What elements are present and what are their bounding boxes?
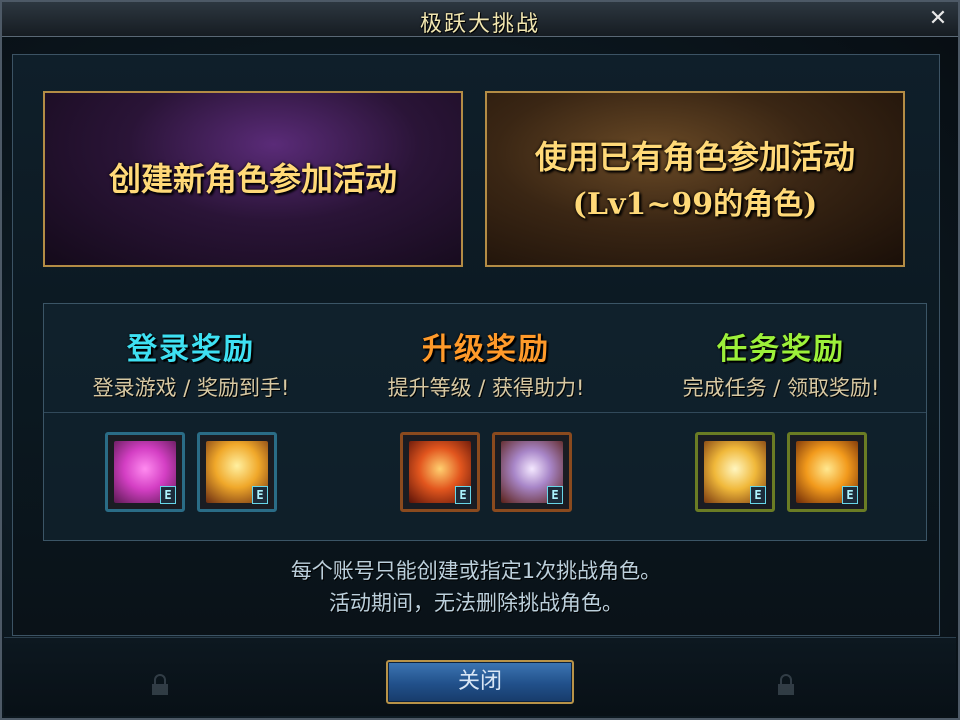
notice-line-2: 活动期间，无法删除挑战角色。: [329, 591, 623, 615]
content-panel: 创建新角色参加活动 使用已有角色参加活动 (Lv1~99的角色) 登录奖励 登录…: [12, 54, 940, 636]
rewards-panel: 登录奖励 登录游戏 / 奖励到手! E E 升级奖励 提升等级 / 获得助力!: [43, 303, 927, 541]
equipment-tag: E: [252, 486, 268, 504]
dialog-title: 极跃大挑战: [419, 12, 540, 37]
levelup-reward-column: 升级奖励 提升等级 / 获得助力! E E: [339, 304, 633, 540]
title-bar[interactable]: 极跃大挑战 ✕: [2, 2, 958, 37]
gold-treasure-icon[interactable]: E: [787, 432, 867, 512]
lock-icon: [778, 674, 794, 695]
equipment-tag: E: [750, 486, 766, 504]
close-button[interactable]: 关闭: [386, 660, 574, 704]
create-new-character-button[interactable]: 创建新角色参加活动: [43, 91, 463, 267]
quest-reward-column: 任务奖励 完成任务 / 领取奖励! E E: [634, 304, 928, 540]
equipment-tag: E: [160, 486, 176, 504]
levelup-reward-subtitle: 提升等级 / 获得助力!: [387, 376, 585, 400]
white-armor-box-icon[interactable]: E: [492, 432, 572, 512]
equipment-tag: E: [842, 486, 858, 504]
pink-gift-box-icon[interactable]: E: [105, 432, 185, 512]
quest-reward-title: 任务奖励: [717, 332, 845, 367]
quest-reward-subtitle: 完成任务 / 领取奖励!: [682, 376, 880, 400]
close-icon[interactable]: ✕: [926, 7, 950, 31]
equipment-tag: E: [547, 486, 563, 504]
login-reward-column: 登录奖励 登录游戏 / 奖励到手! E E: [44, 304, 338, 540]
use-existing-character-button[interactable]: 使用已有角色参加活动 (Lv1~99的角色): [485, 91, 905, 267]
gold-trophy-icon[interactable]: E: [695, 432, 775, 512]
login-reward-subtitle: 登录游戏 / 奖励到手!: [92, 376, 290, 400]
lock-icon: [152, 674, 168, 695]
red-sword-shield-icon[interactable]: E: [400, 432, 480, 512]
levelup-reward-title: 升级奖励: [422, 332, 550, 367]
use-existing-character-label: 使用已有角色参加活动: [534, 138, 855, 176]
challenge-dialog: 极跃大挑战 ✕ 创建新角色参加活动 使用已有角色参加活动 (Lv1~99的角色)…: [0, 0, 960, 720]
login-reward-title: 登录奖励: [127, 332, 255, 367]
golden-chest-icon[interactable]: E: [197, 432, 277, 512]
notice-line-1: 每个账号只能创建或指定1次挑战角色。: [290, 559, 662, 583]
create-new-character-label: 创建新角色参加活动: [108, 160, 397, 198]
equipment-tag: E: [455, 486, 471, 504]
level-range-label: (Lv1~99的角色): [572, 187, 818, 222]
